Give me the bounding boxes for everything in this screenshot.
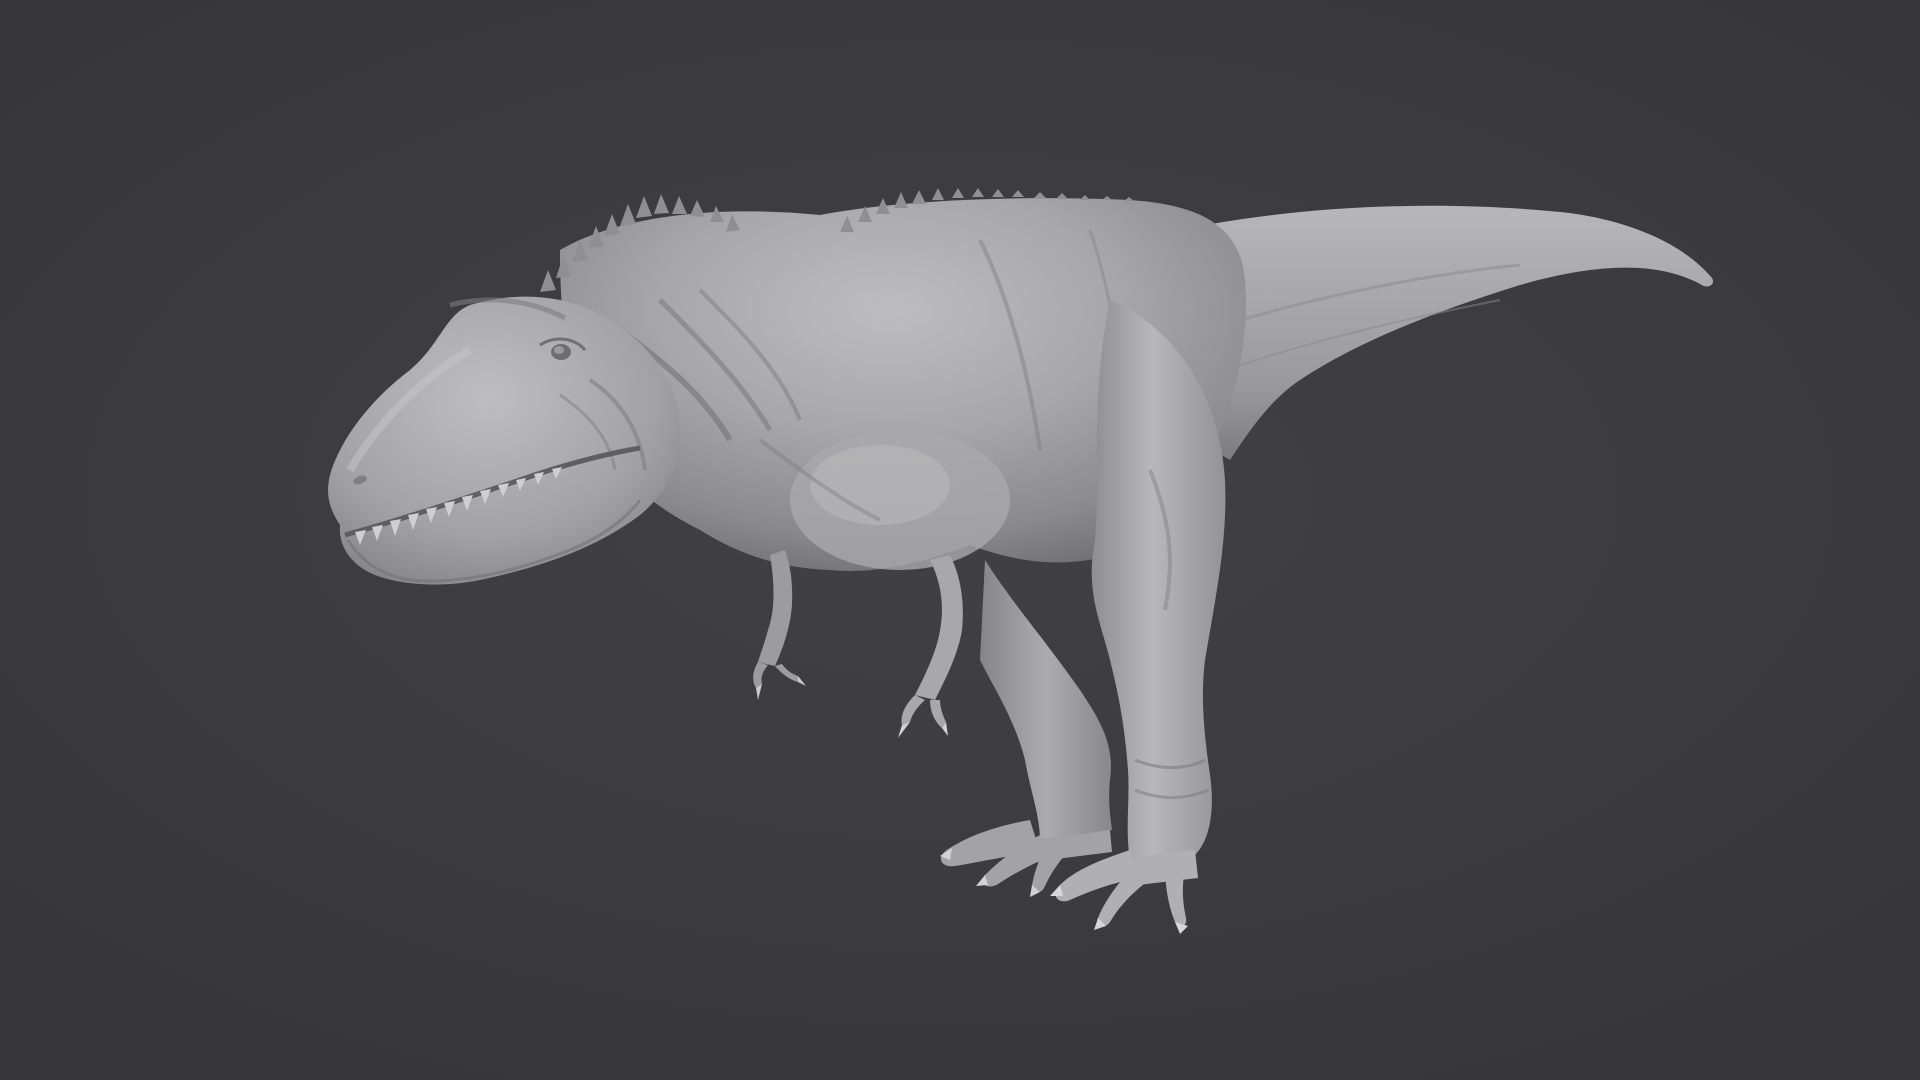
far-hind-leg — [980, 560, 1112, 840]
forelimb-near — [898, 555, 963, 738]
3d-viewport[interactable] — [0, 0, 1920, 1080]
head — [328, 296, 681, 585]
forelimb-far — [753, 550, 806, 700]
near-foot — [1050, 850, 1198, 934]
dinosaur-sculpt-model[interactable] — [0, 0, 1920, 1080]
